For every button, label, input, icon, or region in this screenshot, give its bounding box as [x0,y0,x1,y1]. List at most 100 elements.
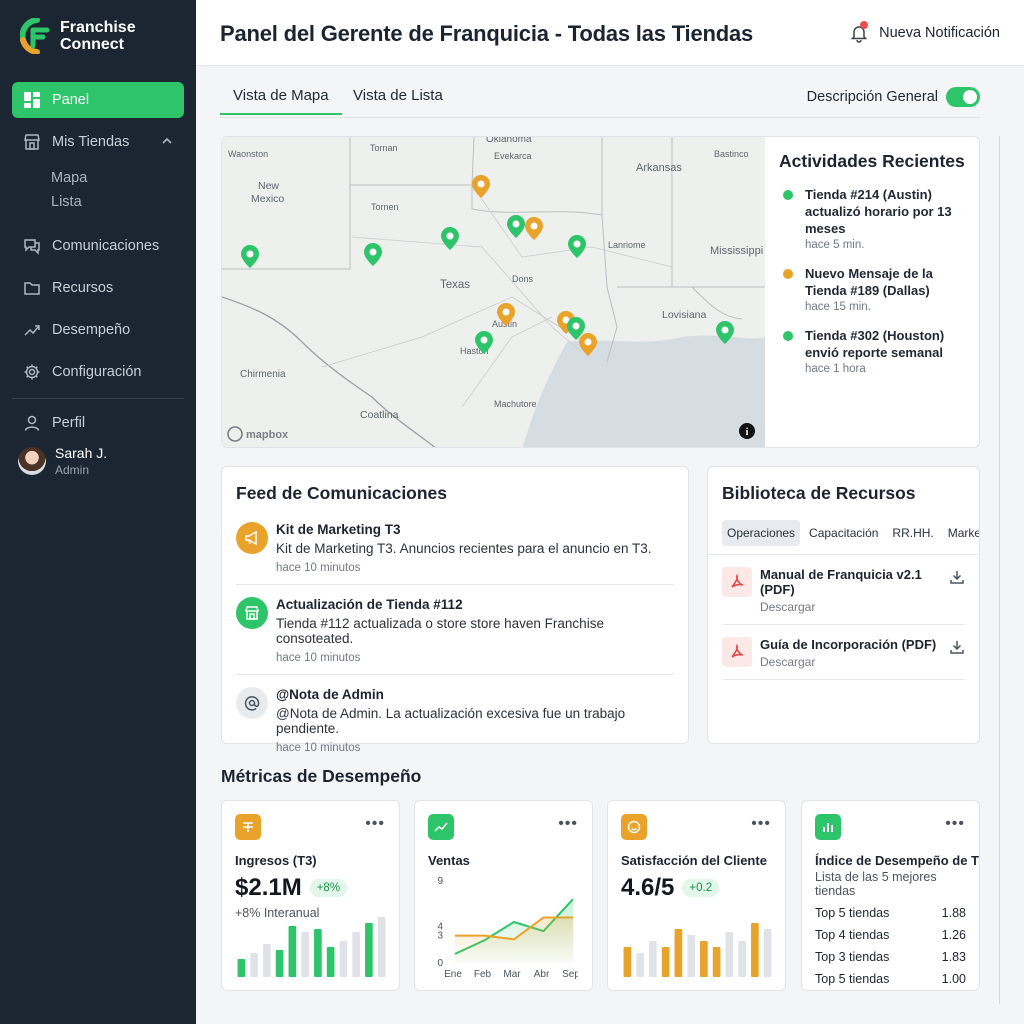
overview-toggle-label: Descripción General [806,89,938,105]
logo[interactable]: Franchise Connect [19,17,136,55]
activity-item[interactable]: Tienda #214 (Austin) actualizó horario p… [779,186,967,251]
bar [352,932,360,977]
map-label: Mexico [251,193,284,205]
map-label: Oklahoma [486,137,532,145]
change-badge: +0.2 [682,879,720,897]
bar [661,947,670,977]
bar [751,923,759,977]
status-dot-green [783,190,793,200]
status-dot-orange [783,269,793,279]
bar [326,947,335,977]
scrollbar[interactable] [999,136,1000,1004]
download-icon[interactable] [949,639,965,660]
communications-title: Feed de Comunicaciones [236,483,448,503]
download-icon[interactable] [949,569,965,590]
resource-item[interactable]: Manual de Franquicia v2.1 (PDF) Descarga… [722,555,965,625]
x-tick-label: Mar [503,969,521,980]
metric-card-sales: ••• Ventas 0 3 4 9 Ene Feb Mar Abr Sep [414,800,593,991]
sidebar-item-label: Perfil [52,415,86,431]
pdf-icon [722,567,752,597]
map-canvas: Oklahoma Evekarca Waonston Tornan Arkans… [222,137,765,447]
sidebar-item-panel[interactable]: Panel [12,82,184,118]
more-options-icon[interactable]: ••• [365,815,385,833]
sidebar-item-recursos[interactable]: Recursos [12,270,184,306]
bar [250,953,258,977]
user-profile[interactable]: Sarah J. Admin [18,445,196,477]
index-row: Top 5 tiendas 1.88 [815,906,966,920]
chip-rrhh[interactable]: RR.HH. [887,520,938,546]
resource-item[interactable]: Guía de Incorporación (PDF) Descargar [722,625,965,680]
map-label: Coatlina [360,409,399,421]
resource-library: Biblioteca de Recursos Operaciones Capac… [707,466,980,744]
at-icon [236,687,268,719]
x-tick-label: Sep [562,969,578,980]
feed-item[interactable]: @Nota de Admin @Nota de Admin. La actual… [236,675,674,764]
map-label: Machutore [494,399,537,409]
index-row: Top 5 tiendas 1.00 [815,972,966,986]
activity-item[interactable]: Tienda #302 (Houston) envió reporte sema… [779,327,967,375]
y-tick-label: 9 [437,877,443,887]
chip-marketing[interactable]: Marketing [943,520,979,546]
map-label: Lanriome [608,240,646,250]
notification-label: Nueva Notificación [879,25,1000,41]
sidebar-item-label: Desempeño [52,322,131,338]
store-map[interactable]: Oklahoma Evekarca Waonston Tornan Arkans… [222,137,765,447]
sales-line-chart: 0349Ene Feb Mar Abr Sep [437,877,578,980]
more-options-icon[interactable]: ••• [751,815,771,833]
notification-button[interactable]: Nueva Notificación [849,21,1000,43]
map-label: Tornan [370,143,398,153]
sidebar-item-comunicaciones[interactable]: Comunicaciones [12,228,184,264]
map-label: Tornen [371,202,399,212]
map-label: Dons [512,274,534,284]
bar [725,932,734,977]
tab-map-view[interactable]: Vista de Mapa [220,87,342,115]
chip-operaciones[interactable]: Operaciones [722,520,801,546]
metric-card-satisfaction: ••• Satisfacción del Cliente 4.6/5 +0.2 [607,800,786,991]
more-options-icon[interactable]: ••• [558,815,578,833]
overview-toggle[interactable] [946,87,980,107]
bar [763,929,772,977]
resource-library-title: Biblioteca de Recursos [722,483,916,503]
sidebar-divider [12,398,184,399]
trend-icon [22,320,42,340]
info-icon[interactable]: i [739,423,755,439]
map-label: New [258,180,279,192]
sidebar-item-configuracion[interactable]: Configuración [12,354,184,390]
folder-icon [22,278,42,298]
bar [263,944,271,977]
chip-capacitacion[interactable]: Capacitación [804,520,883,546]
sidebar-subitem-lista[interactable]: Lista [51,190,196,214]
sidebar-item-mis-tiendas[interactable]: Mis Tiendas [12,124,184,160]
more-options-icon[interactable]: ••• [945,815,965,833]
sidebar-item-desempeno[interactable]: Desempeño [12,312,184,348]
map-label: Texas [440,279,470,291]
sidebar-nav: Panel Mis Tiendas Mapa Lista Comunicacio… [0,82,196,477]
communications-feed: Feed de Comunicaciones Kit de Marketing … [221,466,689,754]
sidebar-subitem-mapa[interactable]: Mapa [51,166,196,190]
trend-up-icon [428,814,454,840]
status-dot-green [783,331,793,341]
view-tabs: Vista de Mapa Vista de Lista Descripción… [220,82,980,118]
metric-card-index: ••• Índice de Desempeño de Tienda Lista … [801,800,980,991]
user-role: Admin [55,463,90,477]
page-title: Panel del Gerente de Franquicia - Todas … [220,21,754,46]
feed-item[interactable]: Kit de Marketing T3 Kit de Marketing T3.… [236,510,674,585]
bar [700,941,708,977]
sidebar-item-label: Configuración [52,364,142,380]
feed-item[interactable]: Actualización de Tienda #112 Tienda #112… [236,585,674,675]
x-tick-label: Abr [534,969,550,980]
smile-icon [621,814,647,840]
chevron-up-icon[interactable] [162,136,172,148]
bar [339,941,348,977]
bar [712,947,721,977]
tab-list-view[interactable]: Vista de Lista [353,87,443,104]
logo-icon [19,17,54,55]
sidebar-item-perfil[interactable]: Perfil [12,405,184,441]
header: Panel del Gerente de Franquicia - Todas … [196,0,1024,66]
svg-text:i: i [746,427,749,438]
index-row: Top 4 tiendas 1.26 [815,928,966,942]
bar [636,953,644,977]
activity-item[interactable]: Nuevo Mensaje de la Tienda #189 (Dallas)… [779,265,967,313]
bar [288,926,297,977]
sidebar: Franchise Connect Panel Mis Tiendas Mapa… [0,0,196,1024]
